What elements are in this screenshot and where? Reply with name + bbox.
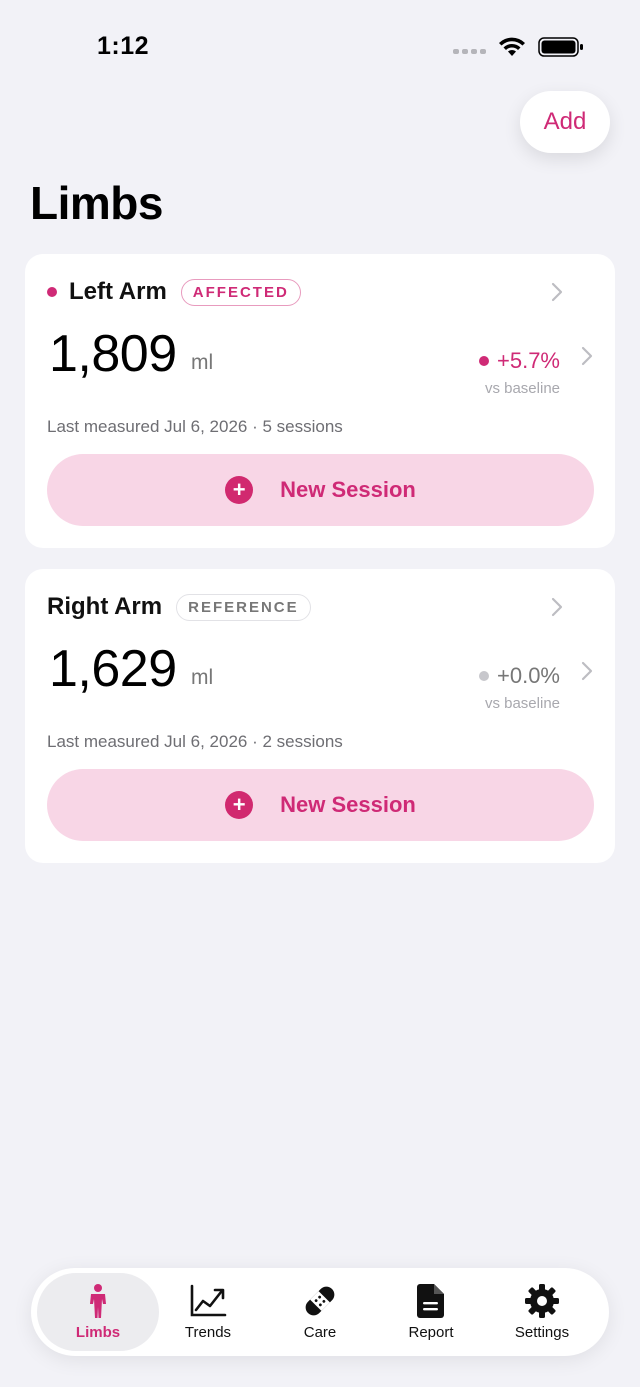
- trend-chart-icon: [190, 1284, 227, 1317]
- plus-circle-icon: +: [225, 476, 254, 504]
- person-icon: [90, 1284, 106, 1318]
- tab-settings[interactable]: Settings: [481, 1273, 603, 1351]
- limb-name: Left Arm: [69, 278, 167, 305]
- tab-trends[interactable]: Trends: [147, 1273, 269, 1351]
- new-session-label: New Session: [280, 792, 416, 817]
- bandage-icon: [305, 1286, 335, 1316]
- delta-row: +0.0%: [479, 663, 560, 689]
- limb-card-header: Right Arm REFERENCE: [47, 593, 311, 621]
- status-icons: [453, 36, 584, 58]
- limb-card-left-arm[interactable]: Left Arm AFFECTED 1,809 ml +5.7% vs base…: [25, 254, 615, 548]
- tab-label: Care: [303, 1324, 337, 1341]
- gear-icon: [525, 1284, 559, 1318]
- page-title: Limbs: [30, 177, 163, 229]
- wifi-icon: [499, 37, 525, 56]
- delta-dot-icon: [479, 671, 489, 681]
- limb-card-header: Left Arm AFFECTED: [47, 278, 301, 306]
- status-badge: AFFECTED: [180, 278, 301, 306]
- status-bar: 1:12: [0, 0, 640, 92]
- chevron-right-icon[interactable]: [581, 661, 593, 681]
- tab-label: Settings: [514, 1324, 570, 1341]
- delta-caption: vs baseline: [484, 695, 560, 712]
- chevron-right-icon[interactable]: [551, 282, 563, 302]
- delta-caption: vs baseline: [484, 380, 560, 397]
- new-session-button[interactable]: + New Session: [47, 454, 594, 526]
- chevron-right-icon[interactable]: [581, 346, 593, 366]
- new-session-button[interactable]: + New Session: [47, 769, 594, 841]
- tab-care[interactable]: Care: [259, 1273, 381, 1351]
- tab-label: Report: [408, 1324, 454, 1341]
- chevron-right-icon[interactable]: [551, 597, 563, 617]
- limb-name: Right Arm: [47, 593, 163, 620]
- cellular-signal-icon: [453, 48, 486, 54]
- delta-row: +5.7%: [479, 348, 560, 374]
- volume-value: 1,629: [49, 640, 177, 698]
- last-measured: Last measured Jul 6, 2026 · 2 sessions: [47, 732, 343, 751]
- volume-value: 1,809: [49, 325, 177, 383]
- tab-limbs[interactable]: Limbs: [37, 1273, 159, 1351]
- status-time: 1:12: [97, 32, 150, 60]
- plus-circle-icon: +: [225, 791, 254, 819]
- limb-card-right-arm[interactable]: Right Arm REFERENCE 1,629 ml +0.0% vs ba…: [25, 569, 615, 863]
- battery-icon: [538, 37, 583, 57]
- add-button[interactable]: Add: [520, 91, 610, 153]
- tab-label: Trends: [184, 1324, 232, 1341]
- tab-report[interactable]: Report: [370, 1273, 492, 1351]
- last-measured: Last measured Jul 6, 2026 · 5 sessions: [47, 417, 343, 436]
- delta-value: +0.0%: [497, 663, 560, 688]
- volume-unit: ml: [191, 351, 214, 374]
- tab-bar: Limbs Trends Care Report Settings: [31, 1268, 609, 1356]
- volume-unit: ml: [191, 666, 214, 689]
- delta-dot-icon: [479, 356, 489, 366]
- document-icon: [417, 1284, 444, 1318]
- status-badge: REFERENCE: [176, 593, 311, 621]
- delta-value: +5.7%: [497, 348, 560, 373]
- tab-label: Limbs: [75, 1324, 121, 1341]
- new-session-label: New Session: [280, 477, 416, 502]
- affected-dot-icon: [47, 287, 57, 297]
